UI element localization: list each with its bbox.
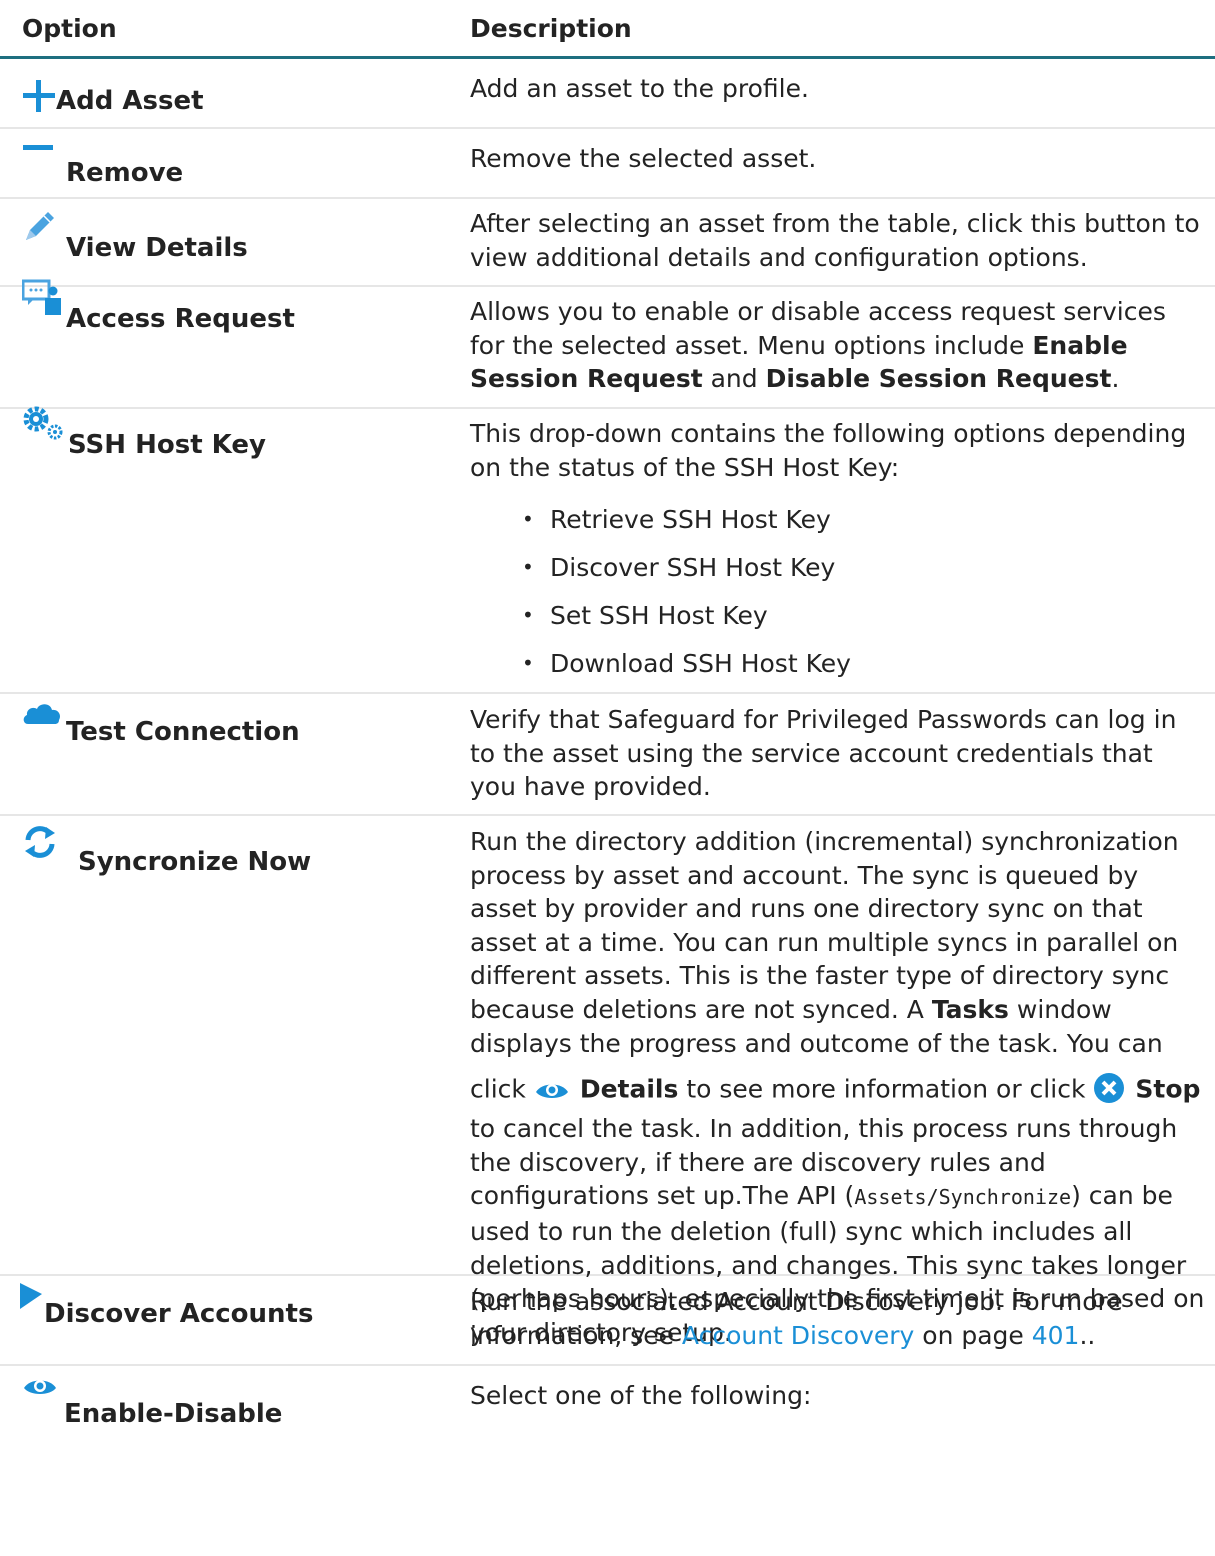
- option-label: View Details: [66, 233, 248, 263]
- sync-icon: [22, 822, 78, 878]
- option-description: Verify that Safeguard for Privileged Pas…: [470, 705, 1177, 801]
- eye-icon: [22, 1374, 64, 1430]
- play-icon: [18, 1274, 44, 1330]
- option-description: Run the associated Account Discovery job…: [470, 1287, 1123, 1350]
- table-header: Option Description: [0, 0, 1215, 59]
- option-label: SSH Host Key: [68, 430, 266, 460]
- table-row: Test Connection Verify that Safeguard fo…: [0, 694, 1215, 816]
- view-details-option[interactable]: View Details: [22, 208, 248, 264]
- option-label: Add Asset: [56, 86, 204, 116]
- option-label: Syncronize Now: [78, 847, 312, 877]
- description-column-header: Description: [470, 14, 632, 43]
- enable-disable-option[interactable]: Enable-Disable: [22, 1374, 282, 1430]
- list-item: Set SSH Host Key: [522, 599, 768, 632]
- access-request-option[interactable]: Access Request: [22, 279, 295, 335]
- discover-accounts-option[interactable]: Discover Accounts: [20, 1274, 314, 1330]
- pencil-icon: [22, 208, 62, 264]
- syncronize-now-option[interactable]: Syncronize Now: [22, 822, 311, 878]
- option-description: Remove the selected asset.: [470, 144, 817, 173]
- option-label: Discover Accounts: [44, 1299, 314, 1329]
- list-item: Download SSH Host Key: [522, 647, 851, 680]
- stop-icon: [1093, 1072, 1125, 1113]
- option-column-header: Option: [22, 14, 117, 43]
- table-row: View Details After selecting an asset fr…: [0, 199, 1215, 287]
- option-label: Access Request: [66, 304, 295, 334]
- option-label: Enable-Disable: [64, 1399, 283, 1429]
- table-row: Access Request Allows you to enable or d…: [0, 279, 1215, 409]
- table-row: SSH Host Key This drop-down contains the…: [0, 406, 1215, 694]
- test-connection-option[interactable]: Test Connection: [22, 692, 300, 748]
- option-description: After selecting an asset from the table,…: [470, 209, 1200, 272]
- table-row: Add Asset Add an asset to the profile.: [0, 59, 1215, 129]
- account-discovery-link[interactable]: Account Discovery: [682, 1321, 914, 1350]
- option-label: Remove: [66, 158, 184, 188]
- option-description: Select one of the following:: [470, 1381, 812, 1410]
- table-row: Enable-Disable Select one of the followi…: [0, 1366, 1215, 1556]
- plus-icon: [22, 79, 56, 117]
- option-description: This drop-down contains the following op…: [470, 419, 1187, 482]
- option-description: Run the directory addition (incremental)…: [470, 827, 1205, 1347]
- page-link[interactable]: 401: [1032, 1321, 1080, 1350]
- eye-icon: [534, 1078, 570, 1113]
- table-row: Syncronize Now Run the directory additio…: [0, 816, 1215, 1347]
- list-item: Discover SSH Host Key: [522, 551, 835, 584]
- gears-icon: [22, 405, 68, 461]
- option-description: Allows you to enable or disable access r…: [470, 297, 1166, 393]
- option-label: Test Connection: [66, 717, 300, 747]
- add-asset-option[interactable]: Add Asset: [22, 79, 204, 117]
- option-description: Add an asset to the profile.: [470, 74, 809, 103]
- table-row: Discover Accounts Run the associated Acc…: [0, 1276, 1215, 1366]
- minus-icon: [22, 133, 54, 189]
- list-item: Retrieve SSH Host Key: [522, 503, 831, 536]
- table-row: Remove Remove the selected asset.: [0, 129, 1215, 199]
- ssh-host-key-option[interactable]: SSH Host Key: [22, 405, 266, 461]
- cloud-icon: [22, 692, 66, 748]
- remove-option[interactable]: Remove: [22, 133, 183, 189]
- access-request-icon: [22, 279, 66, 335]
